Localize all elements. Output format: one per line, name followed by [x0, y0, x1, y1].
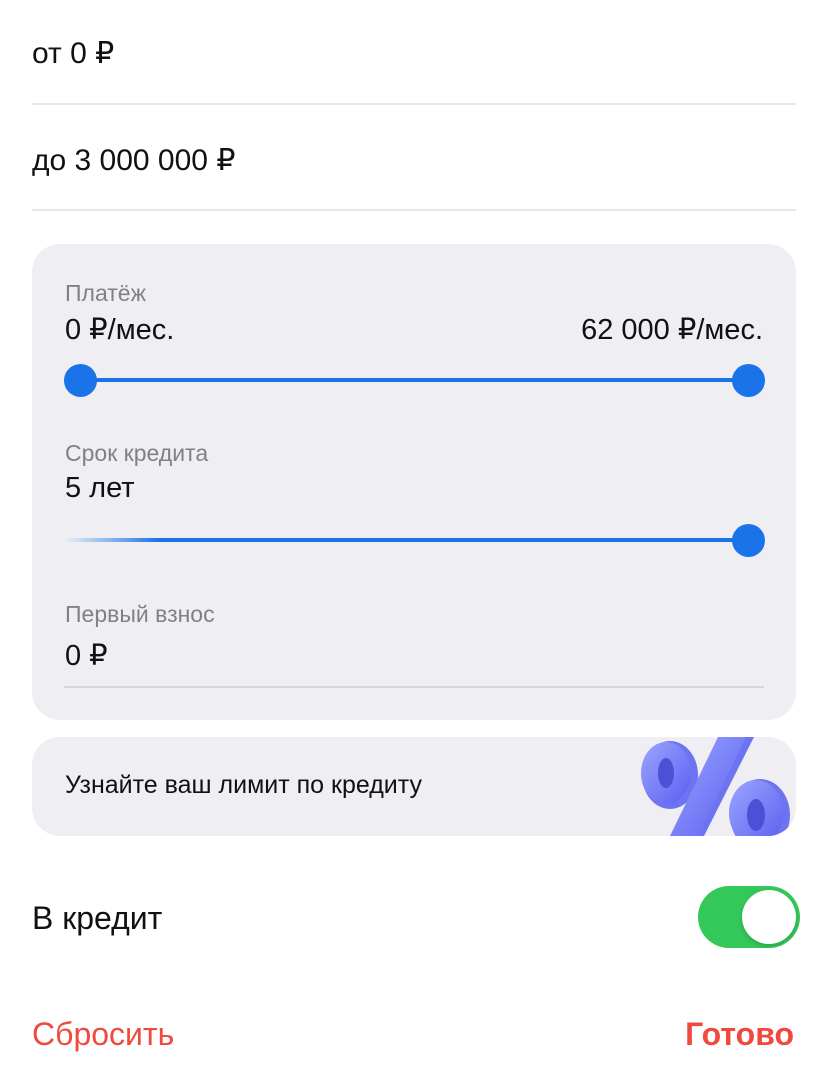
credit-limit-banner[interactable]: Узнайте ваш лимит по кредиту — [32, 737, 796, 836]
payment-min-value: 0 ₽/мес. — [65, 314, 175, 346]
price-from-field[interactable]: от 0 ₽ — [32, 0, 796, 105]
term-value: 5 лет — [65, 472, 135, 504]
payment-slider-track[interactable] — [80, 378, 748, 382]
payment-slider-min-thumb[interactable] — [64, 364, 97, 397]
down-payment-label: Первый взнос — [65, 601, 215, 627]
price-to-value: до 3 000 000 ₽ — [32, 144, 236, 177]
down-payment-value[interactable]: 0 ₽ — [65, 638, 108, 673]
credit-limit-text: Узнайте ваш лимит по кредиту — [65, 771, 423, 799]
payment-slider-max-thumb[interactable] — [732, 364, 765, 397]
payment-label: Платёж — [65, 280, 146, 306]
done-button[interactable]: Готово — [685, 1016, 794, 1053]
payment-max-value: 62 000 ₽/мес. — [581, 314, 763, 346]
price-to-field[interactable]: до 3 000 000 ₽ — [32, 105, 796, 211]
credit-toggle[interactable] — [698, 886, 800, 948]
term-label: Срок кредита — [65, 440, 209, 466]
down-payment-divider — [64, 686, 764, 688]
term-slider-track[interactable] — [64, 538, 748, 542]
credit-toggle-label: В кредит — [32, 900, 163, 936]
term-slider-thumb[interactable] — [732, 524, 765, 557]
price-from-value: от 0 ₽ — [32, 37, 115, 70]
credit-params-panel: Платёж 0 ₽/мес. 62 000 ₽/мес. Срок креди… — [32, 244, 796, 720]
credit-toggle-knob — [742, 890, 796, 944]
percent-icon — [641, 737, 790, 836]
reset-button[interactable]: Сбросить — [32, 1016, 174, 1053]
